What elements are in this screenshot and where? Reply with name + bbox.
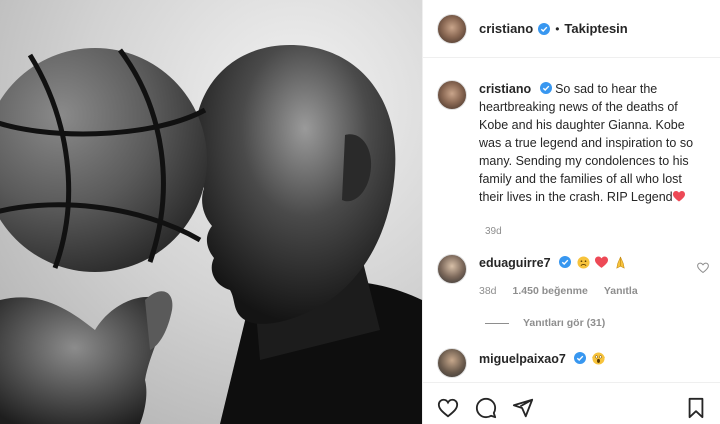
caption-username[interactable]: cristiano xyxy=(479,82,531,96)
author-avatar[interactable] xyxy=(437,13,467,44)
post-side-panel: cristiano • Takiptesin cristiano So sad … xyxy=(422,0,720,424)
commenter-avatar[interactable] xyxy=(437,348,467,378)
comment-like-heart-icon[interactable] xyxy=(697,262,709,274)
paper-plane-icon[interactable] xyxy=(512,397,534,419)
post-header: cristiano • Takiptesin xyxy=(423,0,720,58)
caption-author-avatar[interactable] xyxy=(437,80,467,110)
header-separator: • xyxy=(555,21,560,36)
view-replies-button[interactable]: Yanıtları gör (31) xyxy=(485,317,605,329)
follow-state-button[interactable]: Takiptesin xyxy=(564,21,627,36)
commenter-username[interactable]: miguelpaixao7 xyxy=(479,352,566,366)
folded-hands-emoji-icon xyxy=(615,256,625,269)
commenter-avatar[interactable] xyxy=(437,254,467,284)
verified-badge-icon xyxy=(574,352,587,364)
red-heart-emoji-icon xyxy=(595,256,609,268)
verified-badge-icon xyxy=(538,22,551,35)
comment-body: miguelpaixao7 xyxy=(479,350,605,368)
author-username[interactable]: cristiano xyxy=(479,21,533,36)
caption-age[interactable]: 39d xyxy=(485,226,502,237)
heart-outline-icon[interactable] xyxy=(437,397,459,419)
post-caption: cristiano So sad to hear the heartbreaki… xyxy=(437,80,709,206)
replies-divider xyxy=(485,322,509,324)
screaming-face-emoji-icon xyxy=(591,352,605,365)
sad-face-emoji-icon xyxy=(576,256,590,269)
post-action-bar xyxy=(423,382,720,424)
comment-bubble-icon[interactable] xyxy=(475,397,497,419)
red-heart-emoji-icon xyxy=(672,191,685,202)
view-replies-label: Yanıtları gör (31) xyxy=(523,317,606,329)
comment-item: eduaguirre7 38d 1.450 beğenme Yanıtla xyxy=(437,254,713,300)
comment-age[interactable]: 38d xyxy=(479,282,497,300)
reply-button[interactable]: Yanıtla xyxy=(604,282,638,300)
caption-body: cristiano So sad to hear the heartbreaki… xyxy=(479,80,709,206)
verified-badge-icon xyxy=(559,256,572,268)
verified-badge-icon xyxy=(539,82,552,94)
commenter-username[interactable]: eduaguirre7 xyxy=(479,256,551,270)
post-image[interactable] xyxy=(0,0,422,424)
comment-item: miguelpaixao7 xyxy=(437,348,713,378)
comment-likes[interactable]: 1.450 beğenme xyxy=(513,282,588,300)
comment-meta: 38d 1.450 beğenme Yanıtla xyxy=(479,282,638,300)
caption-text: So sad to hear the heartbreaking news of… xyxy=(479,82,694,204)
bookmark-icon[interactable] xyxy=(685,397,707,419)
comment-body: eduaguirre7 38d 1.450 beğenme Yanıtla xyxy=(479,254,638,300)
